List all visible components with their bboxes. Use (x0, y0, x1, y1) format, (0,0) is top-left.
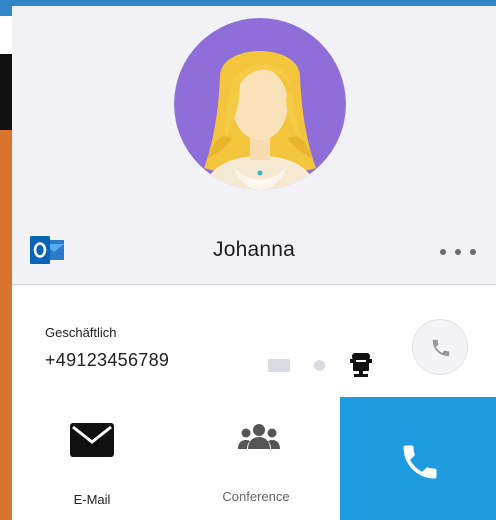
email-button[interactable]: E-Mail (12, 397, 172, 520)
avatar (174, 18, 346, 190)
phone-entry: Geschäftlich +49123456789 (12, 285, 496, 397)
presence-dot (314, 360, 325, 371)
email-icon (70, 423, 114, 457)
phone-type-label: Geschäftlich (45, 325, 117, 340)
conference-label: Conference (222, 489, 290, 504)
conference-icon (238, 424, 280, 449)
phone-icon (403, 445, 437, 479)
contact-card: Johanna Geschäftlich +49123456789 E-Mail… (12, 6, 496, 520)
email-label: E-Mail (73, 492, 111, 507)
desk-phone-icon (350, 353, 372, 377)
presence-indicator (268, 359, 290, 372)
more-icon[interactable] (436, 244, 480, 258)
conference-button[interactable]: Conference (172, 397, 340, 520)
background-left-orange (0, 130, 12, 520)
call-button[interactable] (340, 397, 496, 520)
phone-icon (432, 339, 450, 357)
phone-number[interactable]: +49123456789 (45, 350, 169, 371)
contact-header: Johanna (12, 6, 496, 285)
action-bar: E-Mail Conference (12, 397, 496, 520)
contact-name: Johanna (213, 238, 295, 261)
call-button-small[interactable] (412, 319, 468, 375)
background-left-dark (0, 54, 12, 130)
